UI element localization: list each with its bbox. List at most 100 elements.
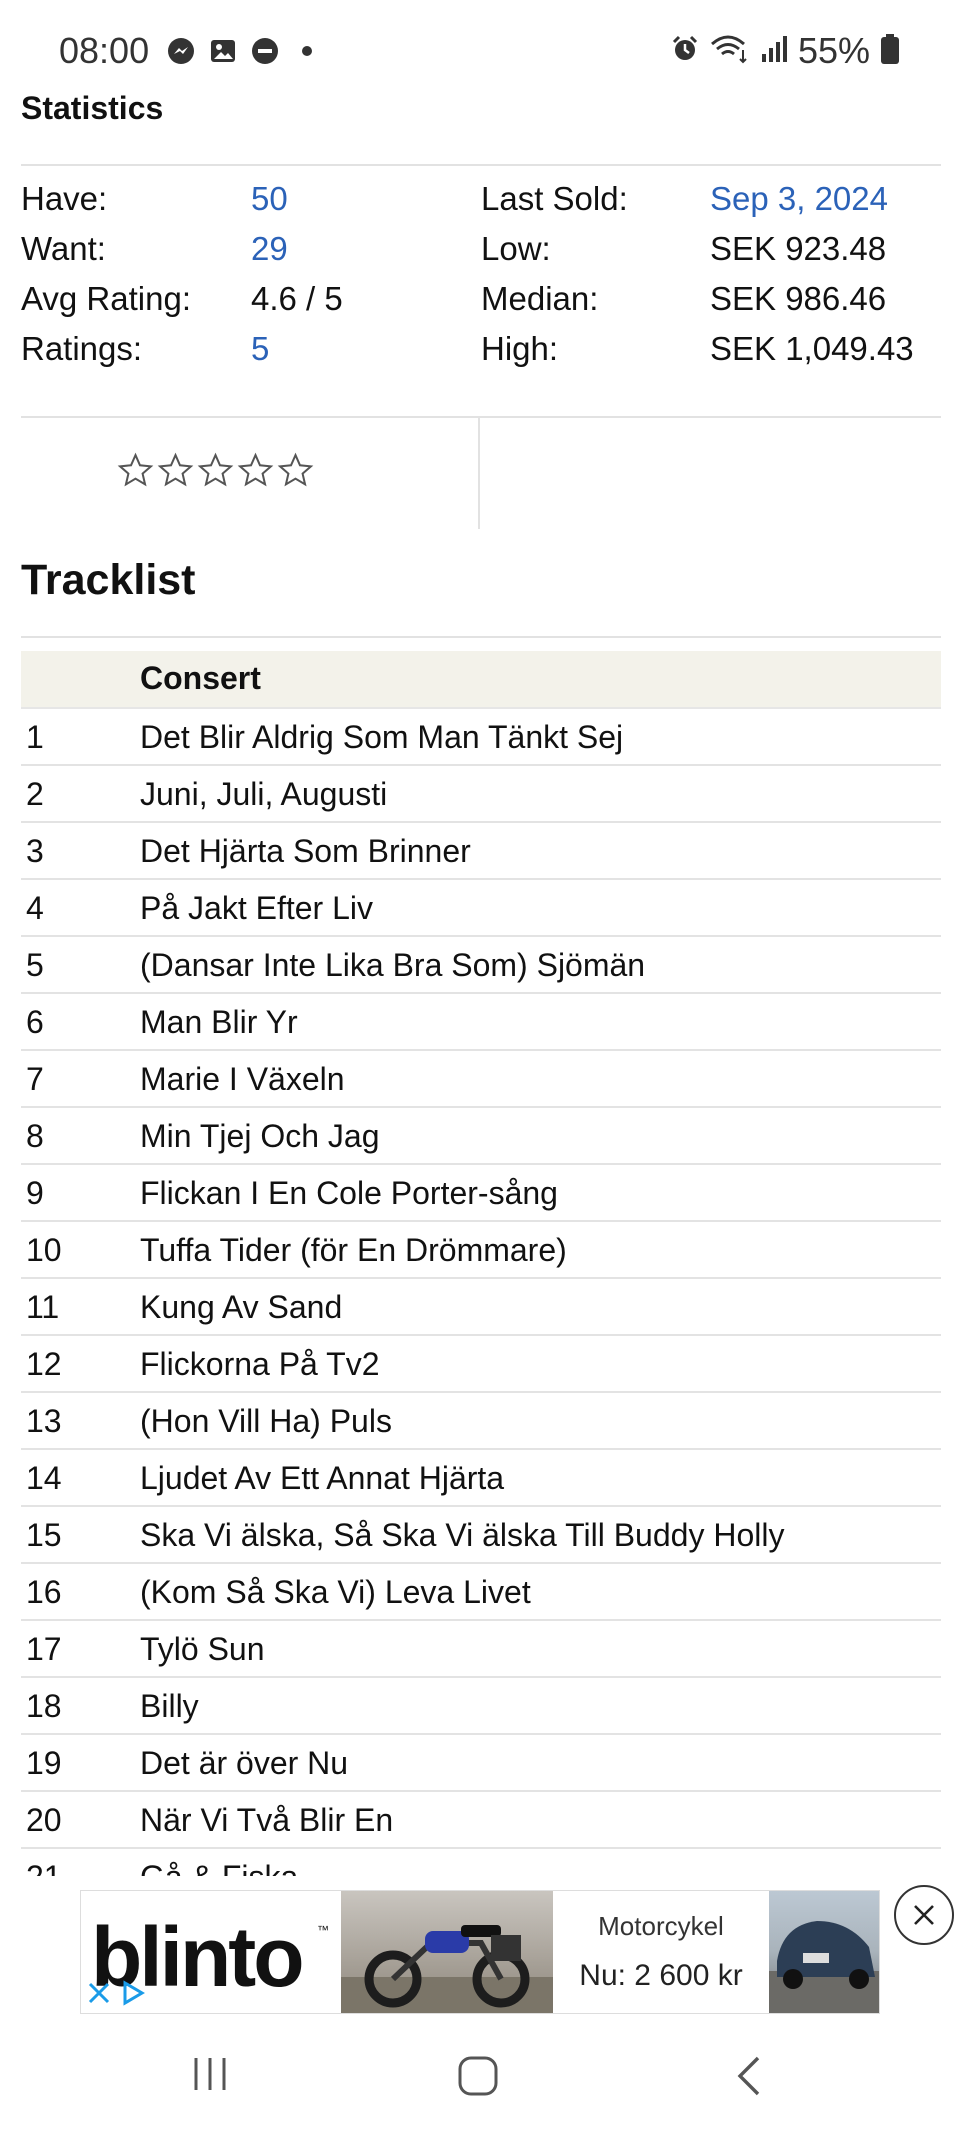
track-row[interactable]: 3 Det Hjärta Som Brinner — [21, 823, 941, 880]
signal-icon — [760, 34, 788, 69]
ad-close-x-icon[interactable] — [86, 1980, 112, 2006]
status-time: 08:00 — [59, 30, 150, 71]
star-icon[interactable] — [277, 452, 314, 489]
track-row[interactable]: 20 När Vi Två Blir En — [21, 1792, 941, 1849]
track-row[interactable]: 12 Flickorna På Tv2 — [21, 1336, 941, 1393]
track-title[interactable]: Kung Av Sand — [140, 1289, 342, 1326]
track-row[interactable]: 17 Tylö Sun — [21, 1621, 941, 1678]
track-row[interactable]: 9 Flickan I En Cole Porter-sång — [21, 1165, 941, 1222]
tracklist-heading: Tracklist — [21, 556, 196, 604]
ad-choices[interactable] — [86, 1980, 146, 2006]
status-bar: 08:00 55% — [0, 0, 960, 100]
track-row[interactable]: 4 På Jakt Efter Liv — [21, 880, 941, 937]
track-row[interactable]: 6 Man Blir Yr — [21, 994, 941, 1051]
recent-apps-button[interactable] — [190, 2054, 230, 2099]
track-number: 19 — [26, 1745, 62, 1781]
track-title[interactable]: Man Blir Yr — [140, 1004, 298, 1041]
track-row[interactable]: 2 Juni, Juli, Augusti — [21, 766, 941, 823]
stat-label: High: — [481, 330, 559, 367]
messenger-icon — [166, 36, 196, 66]
track-row[interactable]: 7 Marie I Växeln — [21, 1051, 941, 1108]
track-row[interactable]: 18 Billy — [21, 1678, 941, 1735]
track-title[interactable]: (Hon Vill Ha) Puls — [140, 1403, 392, 1440]
divider — [21, 636, 941, 638]
user-rating-stars[interactable] — [117, 452, 314, 489]
stat-label: Median: — [481, 280, 599, 317]
ad-item-name: Motorcykel — [598, 1911, 724, 1941]
last-sold-link[interactable]: Sep 3, 2024 — [710, 180, 888, 218]
home-button[interactable] — [456, 2054, 500, 2103]
track-number: 10 — [26, 1232, 62, 1268]
stat-label: Last Sold: — [481, 180, 628, 217]
track-row[interactable]: 1 Det Blir Aldrig Som Man Tänkt Sej — [21, 709, 941, 766]
stat-label: Want: — [21, 230, 106, 267]
avg-rating-value: 4.6 / 5 — [251, 280, 343, 317]
track-row[interactable]: 11 Kung Av Sand — [21, 1279, 941, 1336]
tracklist-header-row: Consert — [21, 651, 941, 709]
track-title[interactable]: Min Tjej Och Jag — [140, 1118, 380, 1155]
track-title[interactable]: Flickorna På Tv2 — [140, 1346, 380, 1383]
low-price: SEK 923.48 — [710, 230, 887, 267]
track-row[interactable]: 13 (Hon Vill Ha) Puls — [21, 1393, 941, 1450]
track-title[interactable]: Det Hjärta Som Brinner — [140, 833, 471, 870]
track-row[interactable]: 8 Min Tjej Och Jag — [21, 1108, 941, 1165]
do-not-disturb-icon — [250, 36, 280, 66]
ad-motorcycle-image — [341, 1891, 553, 2013]
ad-close-button[interactable] — [894, 1885, 954, 1945]
gallery-icon — [208, 36, 238, 66]
track-title[interactable]: När Vi Två Blir En — [140, 1802, 393, 1839]
track-row[interactable]: 15 Ska Vi älska, Så Ska Vi älska Till Bud… — [21, 1507, 941, 1564]
track-number: 15 — [26, 1517, 62, 1553]
track-title[interactable]: Flickan I En Cole Porter-sång — [140, 1175, 558, 1212]
track-number: 9 — [26, 1175, 44, 1211]
recent-apps-icon — [194, 2058, 226, 2090]
home-icon — [458, 2056, 498, 2096]
stat-label: Ratings: — [21, 330, 143, 367]
track-title[interactable]: (Kom Så Ska Vi) Leva Livet — [140, 1574, 531, 1611]
track-title[interactable]: Ljudet Av Ett Annat Hjärta — [140, 1460, 504, 1497]
dot-icon — [292, 36, 322, 66]
star-icon[interactable] — [237, 452, 274, 489]
track-row[interactable]: 16 (Kom Så Ska Vi) Leva Livet — [21, 1564, 941, 1621]
track-title[interactable]: Tylö Sun — [140, 1631, 265, 1668]
track-title[interactable]: (Dansar Inte Lika Bra Som) Sjömän — [140, 947, 645, 984]
tracklist-section-header: Consert — [140, 660, 261, 696]
ad-banner[interactable]: blinto ™ Motorcykel Nu: 2 600 kr — [80, 1890, 880, 2014]
ratings-count-link[interactable]: 5 — [251, 330, 269, 368]
track-number: 8 — [26, 1118, 44, 1154]
track-row[interactable]: 19 Det är över Nu — [21, 1735, 941, 1792]
track-row[interactable]: 5 (Dansar Inte Lika Bra Som) Sjömän — [21, 937, 941, 994]
track-title[interactable]: Juni, Juli, Augusti — [140, 776, 387, 813]
statistics-heading: Statistics — [21, 90, 164, 126]
track-title[interactable]: Ska Vi älska, Så Ska Vi älska Till Buddy… — [140, 1517, 784, 1554]
track-number: 14 — [26, 1460, 62, 1496]
track-number: 3 — [26, 833, 44, 869]
track-number: 4 — [26, 890, 44, 926]
track-title[interactable]: Marie I Växeln — [140, 1061, 345, 1098]
track-title[interactable]: Tuffa Tider (för En Drömmare) — [140, 1232, 567, 1269]
divider — [21, 416, 941, 418]
ad-choices-icon[interactable] — [120, 1980, 146, 2006]
star-icon[interactable] — [117, 452, 154, 489]
track-row[interactable]: 10 Tuffa Tider (för En Drömmare) — [21, 1222, 941, 1279]
median-price: SEK 986.46 — [710, 280, 887, 317]
track-title[interactable]: Billy — [140, 1688, 199, 1725]
track-title[interactable]: Det är över Nu — [140, 1745, 348, 1782]
star-icon[interactable] — [157, 452, 194, 489]
stat-label: Low: — [481, 230, 551, 267]
star-icon[interactable] — [197, 452, 234, 489]
track-title[interactable]: På Jakt Efter Liv — [140, 890, 373, 927]
divider — [21, 164, 941, 166]
have-count-link[interactable]: 50 — [251, 180, 288, 218]
stat-label: Avg Rating: — [21, 280, 191, 317]
wifi-icon — [710, 34, 750, 69]
track-number: 20 — [26, 1802, 62, 1838]
back-button[interactable] — [730, 2054, 770, 2103]
track-row[interactable]: 14 Ljudet Av Ett Annat Hjärta — [21, 1450, 941, 1507]
vertical-divider — [478, 417, 480, 529]
back-icon — [737, 2056, 760, 2096]
tracklist-table: Consert 1 Det Blir Aldrig Som Man Tänkt S… — [21, 651, 941, 1906]
want-count-link[interactable]: 29 — [251, 230, 288, 268]
ad-item-price: Nu: 2 600 kr — [579, 1959, 743, 1992]
track-title[interactable]: Det Blir Aldrig Som Man Tänkt Sej — [140, 719, 623, 756]
